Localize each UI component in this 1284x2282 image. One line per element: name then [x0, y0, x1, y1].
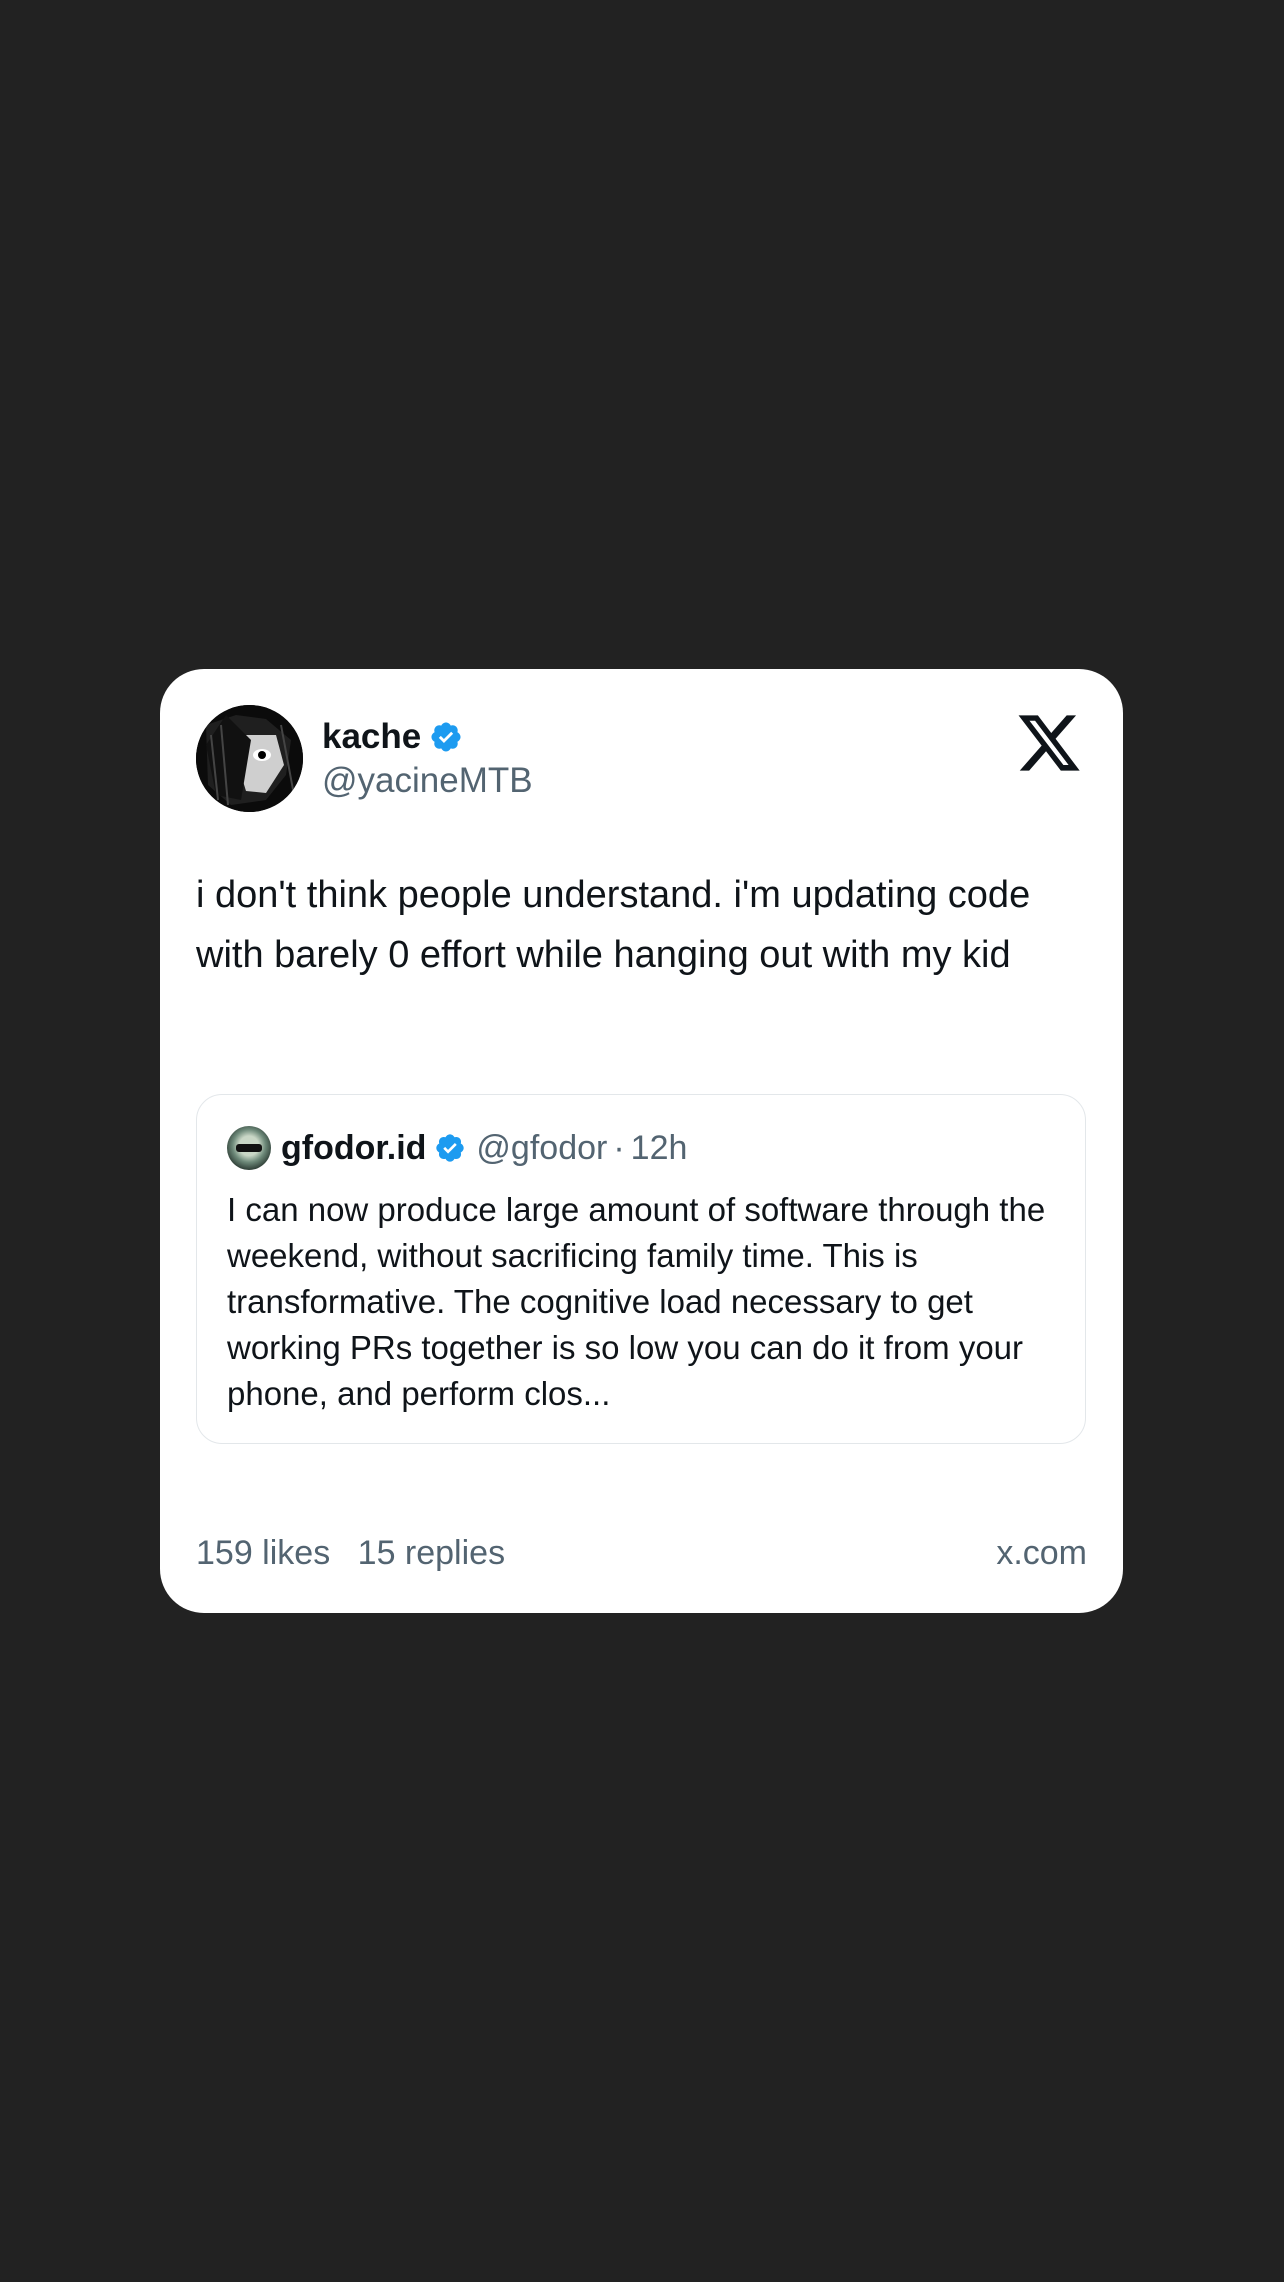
- x-logo-icon[interactable]: [1013, 709, 1085, 777]
- quoted-post-time[interactable]: 12h: [631, 1129, 688, 1168]
- quoted-post[interactable]: gfodor.id @gfodor · 12h I can now produc…: [196, 1094, 1086, 1444]
- post-card[interactable]: kache @yacineMTB i don't think people un…: [160, 669, 1123, 1613]
- post-text: i don't think people understand. i'm upd…: [196, 874, 1031, 976]
- verified-badge-icon: [431, 722, 461, 752]
- author-display-name[interactable]: kache: [322, 717, 421, 757]
- quoted-author-display-name[interactable]: gfodor.id: [281, 1129, 426, 1168]
- likes-count[interactable]: 159 likes: [196, 1534, 330, 1572]
- verified-badge-icon: [436, 1134, 465, 1162]
- post-footer: 159 likes 15 replies x.com: [196, 1534, 1087, 1573]
- quoted-author-handle[interactable]: @gfodor: [476, 1129, 607, 1168]
- quoted-post-text: I can now produce large amount of softwa…: [227, 1191, 1046, 1412]
- separator-dot: ·: [613, 1128, 625, 1167]
- replies-count[interactable]: 15 replies: [358, 1534, 505, 1572]
- author-avatar[interactable]: [196, 705, 303, 812]
- quoted-author-avatar[interactable]: [227, 1126, 271, 1170]
- post-stats: 159 likes 15 replies: [196, 1534, 505, 1573]
- source-link[interactable]: x.com: [996, 1534, 1087, 1573]
- author-handle[interactable]: @yacineMTB: [322, 761, 533, 801]
